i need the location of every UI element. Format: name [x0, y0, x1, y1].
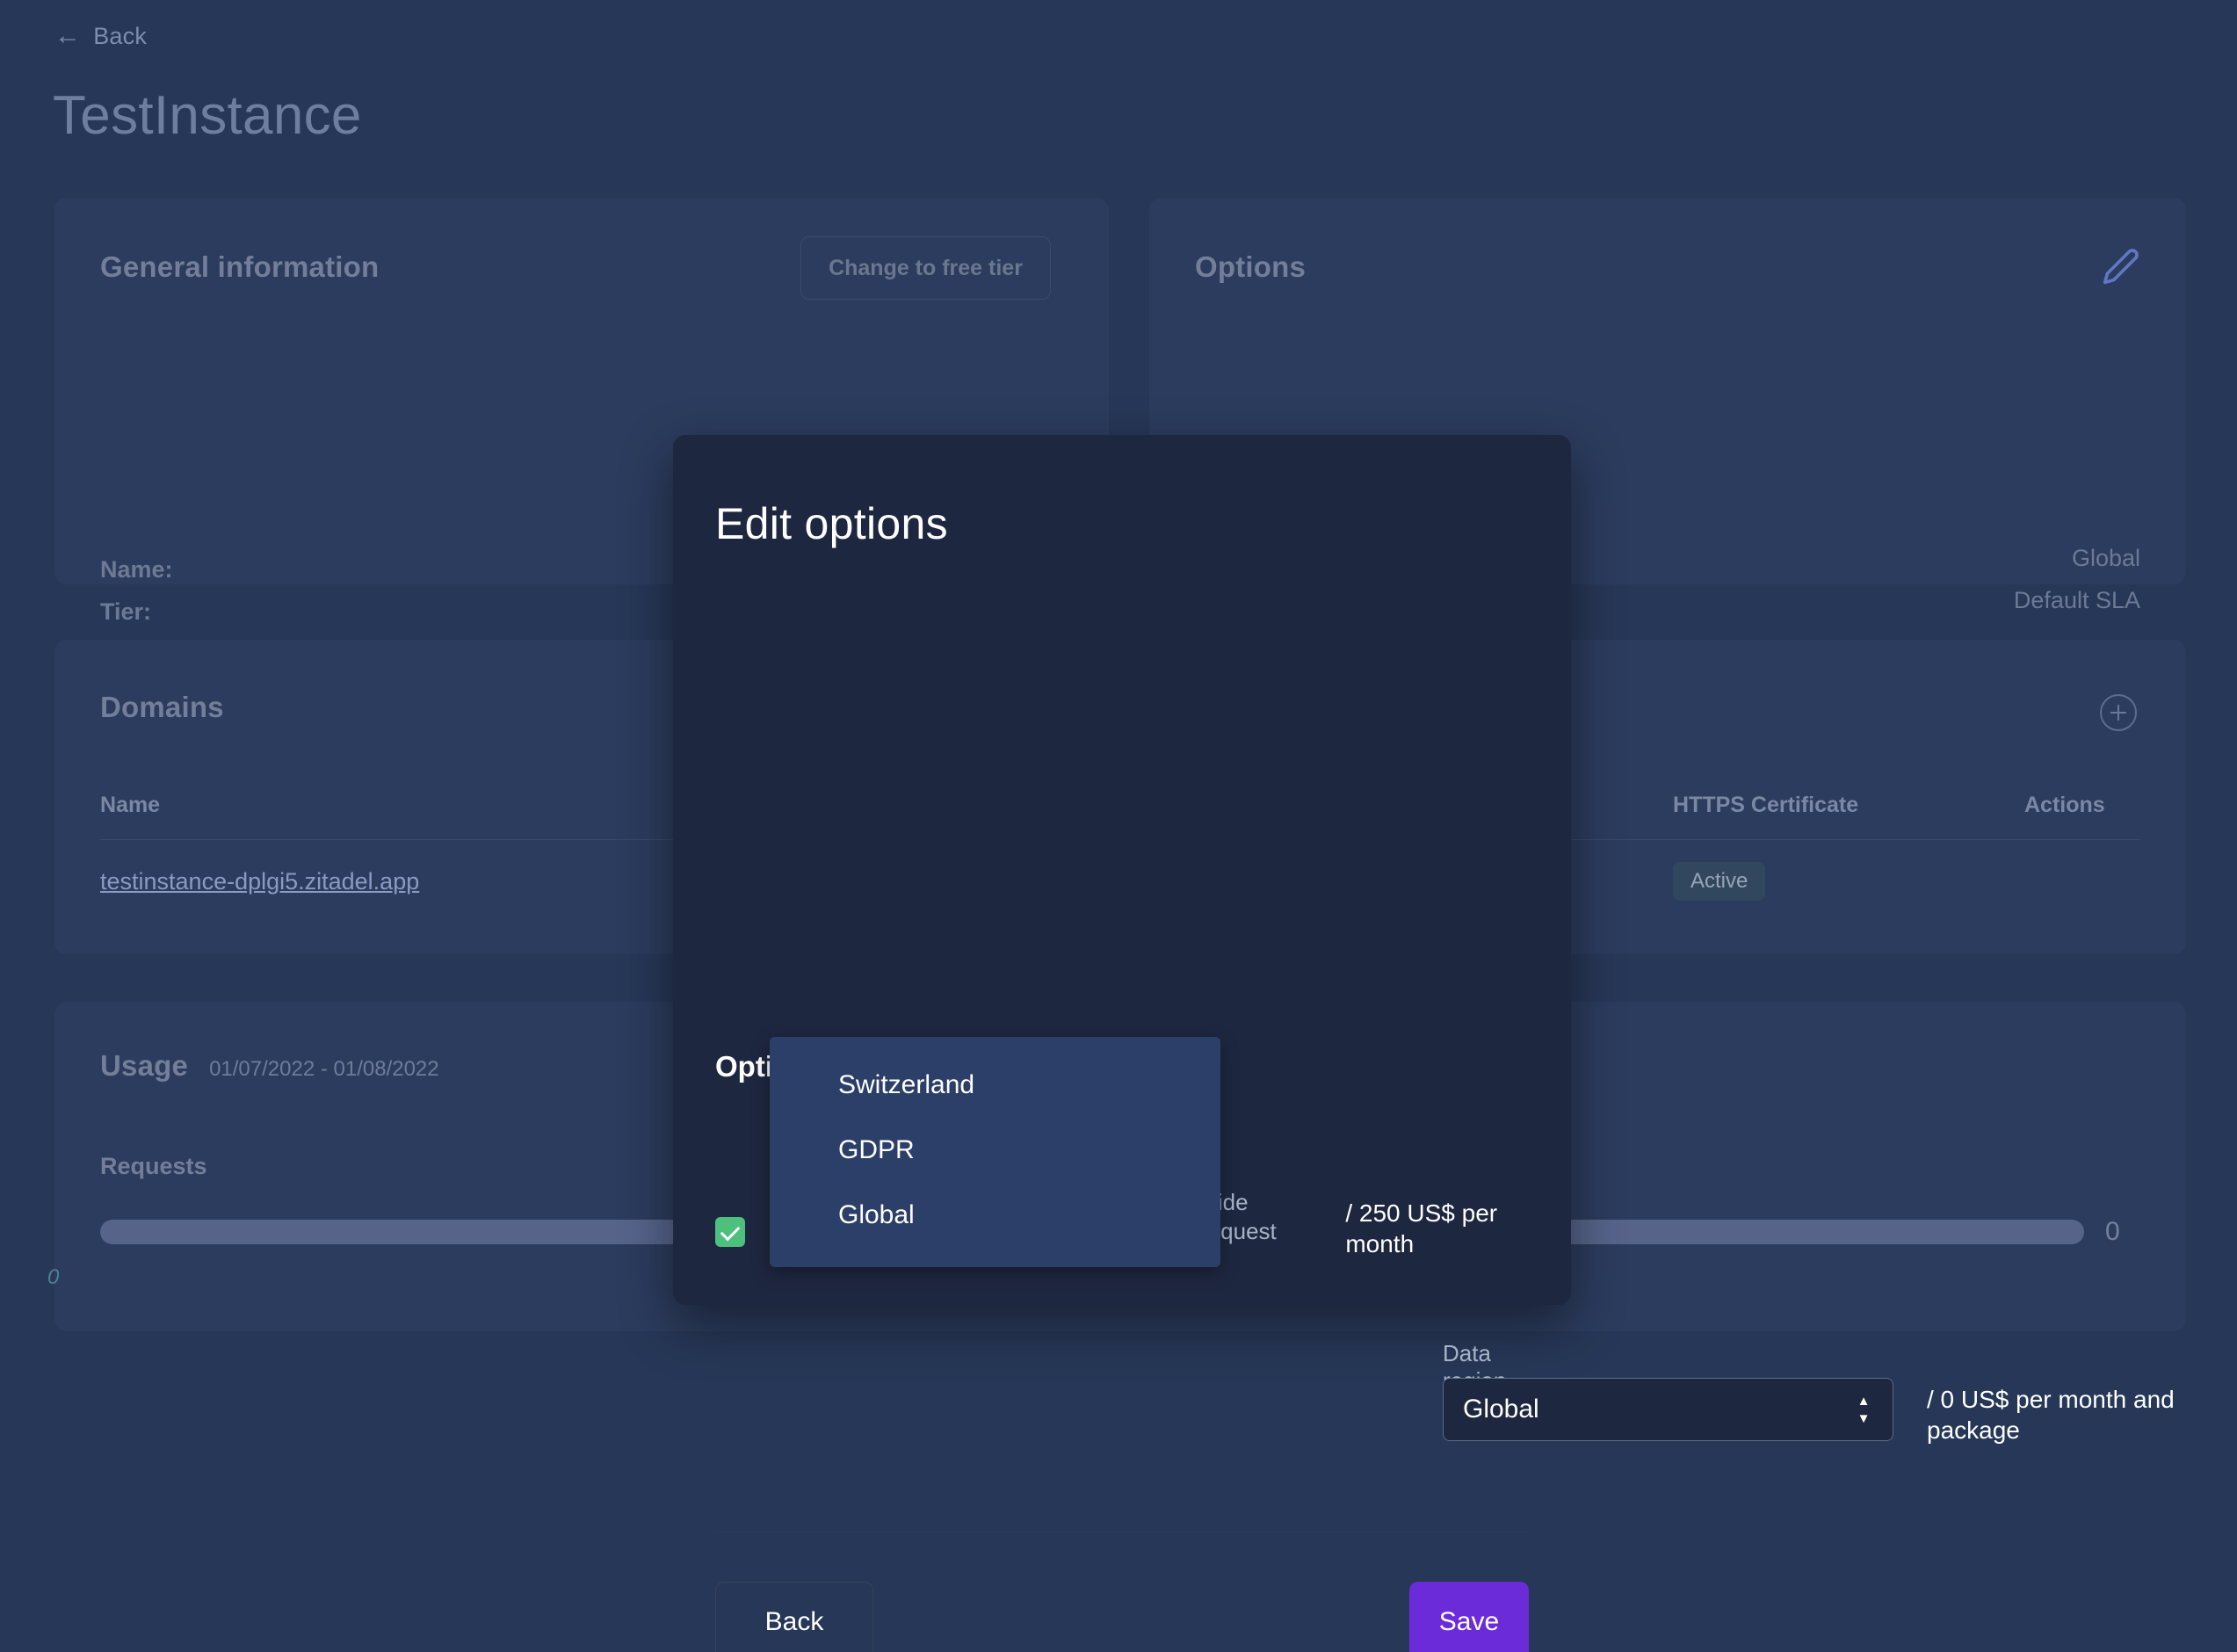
data-region-price: / 0 US$ per month and package: [1927, 1386, 2175, 1444]
info-key: Tier:: [100, 598, 152, 625]
status-badge: Active: [1673, 862, 1766, 901]
domain-link[interactable]: testinstance-dplgi5.zitadel.app: [100, 868, 419, 895]
general-information-title: General information: [100, 250, 380, 283]
options-value: Global: [2071, 545, 2140, 571]
back-link-label: Back: [93, 23, 148, 49]
usage-title: Usage: [100, 1049, 189, 1082]
pencil-icon[interactable]: [2102, 247, 2140, 286]
modal-back-button[interactable]: Back: [715, 1582, 873, 1652]
chevron-updown-icon: ▲ ▼: [1857, 1393, 1871, 1426]
options-card-title: Options: [1195, 250, 1307, 283]
arrow-left-icon: ←: [54, 20, 82, 50]
usage-footnote: 0: [47, 1265, 60, 1289]
modal-title: Edit options: [715, 499, 948, 548]
modal-save-button[interactable]: Save: [1409, 1582, 1529, 1652]
info-key: Name:: [100, 556, 173, 583]
usage-bar-value: 0: [2105, 1217, 2120, 1246]
change-to-free-tier-button[interactable]: Change to free tier: [800, 236, 1051, 300]
data-region-dropdown: Switzerland GDPR Global: [770, 1037, 1220, 1267]
dropdown-option-switzerland[interactable]: Switzerland: [770, 1053, 1220, 1118]
page-title: TestInstance: [53, 85, 362, 146]
usage-header: Usage 01/07/2022 - 01/08/2022: [100, 1049, 439, 1083]
data-region-select[interactable]: Global ▲ ▼: [1443, 1378, 1893, 1441]
instance-detail-page: ← Back TestInstance General information …: [0, 0, 2237, 1652]
extended-sla-checkbox[interactable]: [715, 1217, 745, 1247]
usage-date-range: 01/07/2022 - 01/08/2022: [209, 1057, 439, 1081]
data-region-selected-value: Global: [1463, 1395, 1539, 1424]
usage-metric-label: Requests: [100, 1153, 207, 1179]
column-header-actions: Actions: [2024, 793, 2105, 817]
options-value: Default SLA: [2013, 587, 2140, 613]
column-header-certificate: HTTPS Certificate: [1673, 793, 1859, 817]
modal-actions: Back Save: [715, 1582, 1529, 1652]
domains-title: Domains: [100, 691, 224, 723]
back-link[interactable]: ← Back: [54, 20, 148, 50]
extended-sla-price: / 250 US$ per month: [1345, 1199, 1498, 1257]
dropdown-option-global[interactable]: Global: [770, 1183, 1220, 1248]
plus-circle-icon[interactable]: [2100, 694, 2137, 731]
dropdown-option-gdpr[interactable]: GDPR: [770, 1118, 1220, 1183]
